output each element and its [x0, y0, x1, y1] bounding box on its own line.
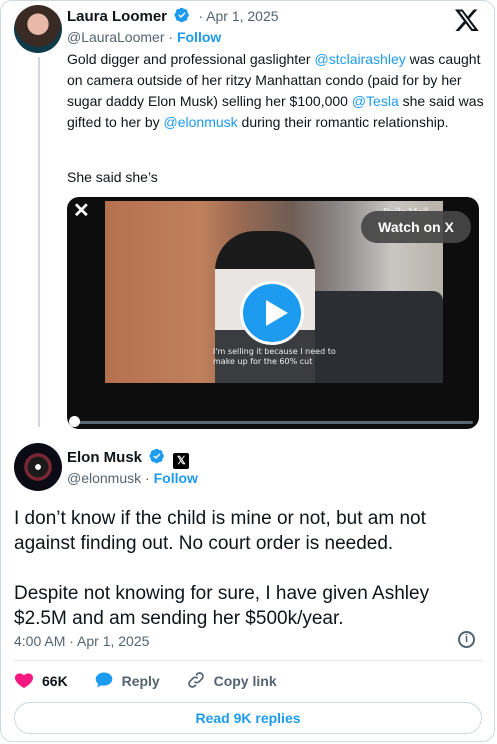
- info-icon[interactable]: i: [458, 631, 475, 648]
- tweet-subheader: @elonmusk · Follow: [67, 470, 198, 486]
- like-button[interactable]: 66K: [14, 670, 68, 690]
- separator: ·: [168, 29, 174, 45]
- text-segment: during their romantic relationship.: [237, 114, 449, 130]
- mention-link[interactable]: @Tesla: [352, 93, 399, 109]
- follow-button[interactable]: Follow: [154, 470, 198, 486]
- reply-bubble-icon: [95, 672, 112, 688]
- verified-badge-icon: [174, 7, 190, 23]
- x-logo-icon[interactable]: [454, 7, 480, 33]
- tweet-paragraph: I don’t know if the child is mine or not…: [14, 508, 426, 554]
- tweet-paragraph: Despite not knowing for sure, I have giv…: [14, 583, 430, 629]
- video-progress-bar[interactable]: [73, 421, 473, 424]
- author-name[interactable]: Laura Loomer: [67, 8, 167, 25]
- author-name[interactable]: Elon Musk: [67, 449, 142, 466]
- tweet-date[interactable]: · Apr 1, 2025: [198, 8, 278, 24]
- video-scrubber-handle[interactable]: [69, 416, 80, 427]
- separator: ·: [145, 470, 150, 486]
- quoted-tweet-header: Laura Loomer · Apr 1, 2025: [67, 7, 279, 25]
- author-handle[interactable]: @LauraLoomer: [67, 29, 165, 45]
- mention-link[interactable]: @elonmusk: [164, 114, 238, 130]
- thread-line: [38, 57, 40, 427]
- reply-label: Reply: [121, 673, 160, 689]
- link-icon: [187, 672, 204, 688]
- action-bar: 66K Reply Copy link: [14, 670, 299, 696]
- copy-link-button[interactable]: Copy link: [186, 670, 277, 690]
- video-subtitle: I'm selling it because I need to make up…: [213, 347, 336, 366]
- divider: [14, 660, 484, 661]
- copy-link-label: Copy link: [213, 673, 277, 689]
- verified-badge-icon: [149, 448, 165, 464]
- x-affiliate-badge-icon: 𝕏: [173, 453, 190, 469]
- mention-link[interactable]: @stclairashley: [315, 51, 406, 67]
- tweet-timestamp[interactable]: 4:00 AM · Apr 1, 2025: [14, 633, 149, 649]
- follow-button[interactable]: Follow: [177, 29, 221, 45]
- quoted-tweet-text: Gold digger and professional gaslighter …: [67, 49, 487, 133]
- avatar[interactable]: [14, 5, 62, 53]
- avatar[interactable]: [14, 443, 62, 491]
- close-icon[interactable]: ✕: [73, 201, 93, 221]
- watch-on-x-button[interactable]: Watch on X: [361, 211, 471, 243]
- tweet-header: Elon Musk 𝕏: [67, 448, 190, 469]
- text-segment: Gold digger and professional gaslighter: [67, 51, 315, 67]
- tweet-embed-card: Laura Loomer · Apr 1, 2025 @LauraLoomer …: [0, 0, 495, 742]
- video-player[interactable]: Daily Mail I'm selling it because I need…: [67, 197, 479, 429]
- play-icon[interactable]: [240, 281, 304, 345]
- quoted-tweet-subheader: @LauraLoomer · Follow: [67, 29, 221, 45]
- author-handle[interactable]: @elonmusk: [67, 470, 141, 486]
- read-replies-button[interactable]: Read 9K replies: [14, 702, 482, 734]
- like-count: 66K: [42, 673, 68, 689]
- reply-button[interactable]: Reply: [94, 670, 160, 690]
- quoted-tweet-text-continued: She said she’s: [67, 169, 158, 185]
- heart-icon: [15, 673, 33, 688]
